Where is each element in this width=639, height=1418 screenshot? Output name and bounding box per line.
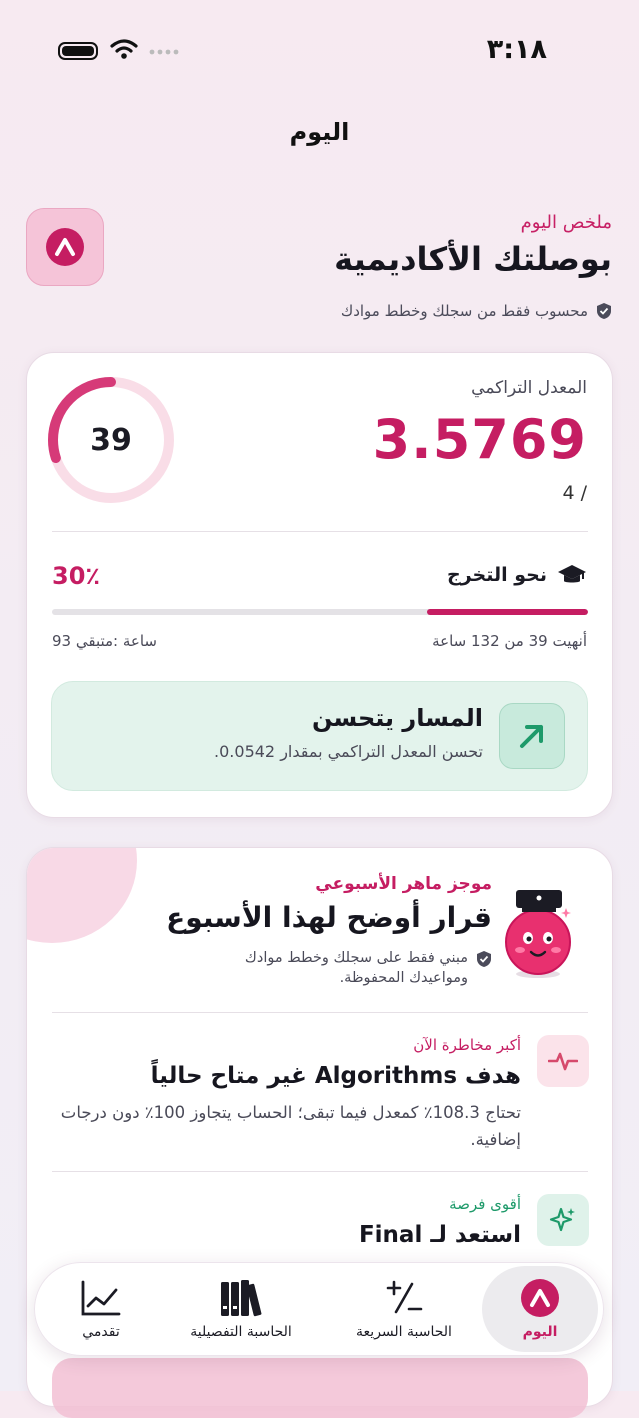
trend-up-icon <box>499 703 565 769</box>
mascot-icon <box>505 890 571 978</box>
signal-icon <box>149 49 179 55</box>
shield-check-icon <box>477 951 491 967</box>
brief-note-text: مبني فقط على سجلك وخطط موادك ومواعيدك ال… <box>244 950 468 986</box>
status-time: ٣:١٨ <box>486 34 547 65</box>
app-logo-icon <box>26 208 104 286</box>
line-chart-icon <box>81 1280 121 1316</box>
graduation-percent: 30٪ <box>52 562 101 590</box>
header-eyebrow: ملخص اليوم <box>520 212 612 233</box>
battery-icon <box>58 42 98 60</box>
divider <box>52 531 588 532</box>
header-note: محسوب فقط من سجلك وخطط موادك <box>341 302 612 320</box>
ring-value: 39 <box>90 422 132 458</box>
header-title: بوصلتك الأكاديمية <box>334 240 612 278</box>
books-icon <box>221 1280 262 1317</box>
opportunity-eyebrow: أقوى فرصة <box>449 1195 521 1213</box>
brief-title: قرار أوضح لهذا الأسبوع <box>166 901 492 934</box>
risk-body: تحتاج 108.3٪ كمعدل فيما تبقى؛ الحساب يتج… <box>60 1103 521 1149</box>
graduation-cap-icon <box>558 565 586 583</box>
wifi-icon <box>110 39 138 59</box>
ghost-action-button <box>52 1358 588 1418</box>
graduation-label-text: نحو التخرج <box>447 564 547 586</box>
brief-note: مبني فقط على سجلك وخطط موادك ومواعيدك ال… <box>202 948 492 988</box>
tab-progress[interactable]: تقدمي <box>48 1266 154 1352</box>
graduation-completed: أنهيت 39 من 132 ساعة <box>432 632 587 650</box>
graduation-progress-bar <box>52 609 588 615</box>
plus-slash-minus-icon <box>386 1280 423 1314</box>
sparkle-icon <box>537 1194 589 1246</box>
gpa-label: المعدل التراكمي <box>471 378 587 398</box>
graduation-remaining: 93 ساعة :متبقي <box>52 632 157 650</box>
divider <box>52 1012 588 1013</box>
page-title: اليوم <box>289 118 350 146</box>
trend-subtitle: تحسن المعدل التراكمي بمقدار 0.0542. <box>214 742 483 761</box>
graduation-label: نحو التخرج <box>447 564 587 586</box>
shield-check-icon <box>597 303 611 319</box>
header-note-text: محسوب فقط من سجلك وخطط موادك <box>340 302 588 320</box>
gpa-scale: 4 / <box>562 482 587 504</box>
tab-today-label: اليوم <box>522 1324 558 1340</box>
risk-eyebrow: أكبر مخاطرة الآن <box>413 1036 521 1054</box>
decorative-blob <box>27 848 137 943</box>
risk-title: هدف Algorithms غير متاح حالياً <box>150 1063 521 1089</box>
tab-detailed-calculator-label: الحاسبة التفصيلية <box>190 1324 292 1340</box>
tab-progress-label: تقدمي <box>82 1324 120 1340</box>
tab-quick-calculator[interactable]: الحاسبة السريعة <box>346 1266 462 1352</box>
divider <box>52 1171 588 1172</box>
tab-today[interactable]: اليوم <box>482 1266 598 1352</box>
gpa-value: 3.5769 <box>372 408 587 471</box>
tab-quick-calculator-label: الحاسبة السريعة <box>356 1324 452 1340</box>
brief-eyebrow: موجز ماهر الأسبوعي <box>315 874 492 894</box>
opportunity-title: استعد لـ Final <box>358 1222 521 1248</box>
tab-detailed-calculator[interactable]: الحاسبة التفصيلية <box>178 1266 304 1352</box>
compass-logo-icon <box>521 1279 559 1317</box>
pulse-icon <box>537 1035 589 1087</box>
trend-title: المسار يتحسن <box>311 704 483 732</box>
graduation-progress-fill <box>427 609 588 615</box>
